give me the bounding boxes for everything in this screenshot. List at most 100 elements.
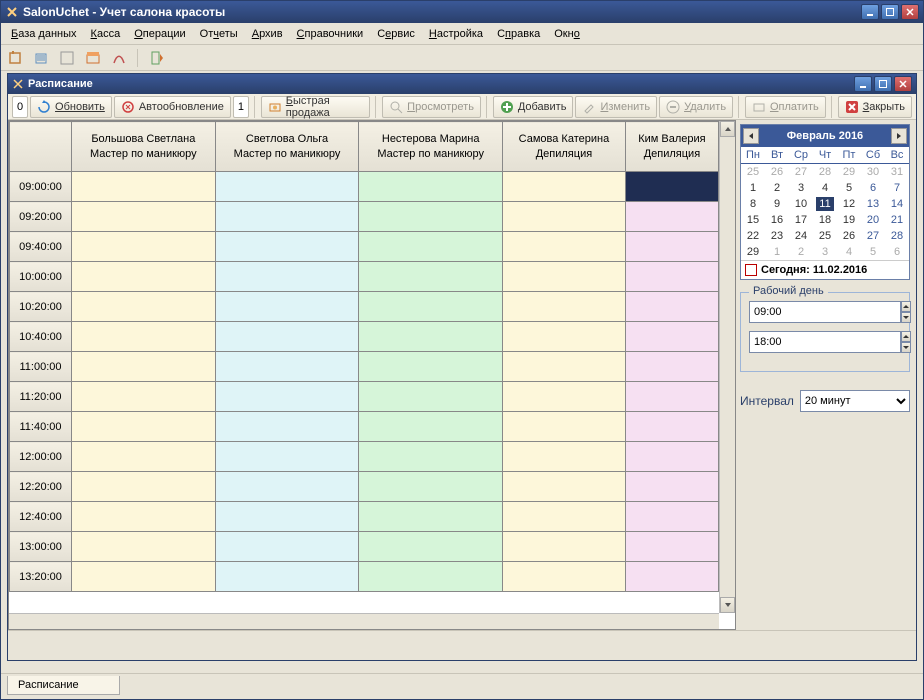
- calendar-day[interactable]: 4: [837, 244, 861, 260]
- schedule-cell[interactable]: [503, 502, 626, 532]
- schedule-cell[interactable]: [625, 202, 718, 232]
- calendar-day[interactable]: 4: [813, 180, 837, 196]
- schedule-cell[interactable]: [359, 262, 503, 292]
- schedule-cell[interactable]: [215, 202, 359, 232]
- schedule-cell[interactable]: [72, 472, 216, 502]
- calendar-day[interactable]: 10: [789, 196, 813, 212]
- calendar-day[interactable]: 18: [813, 212, 837, 228]
- schedule-cell[interactable]: [503, 412, 626, 442]
- scroll-down-icon[interactable]: [720, 597, 735, 613]
- schedule-cell[interactable]: [625, 172, 718, 202]
- child-close-button[interactable]: [894, 76, 912, 92]
- schedule-cell[interactable]: [503, 472, 626, 502]
- calendar-day[interactable]: 5: [861, 244, 885, 260]
- pay-button[interactable]: Оплатить: [745, 96, 826, 118]
- schedule-cell[interactable]: [359, 352, 503, 382]
- schedule-cell[interactable]: [215, 352, 359, 382]
- calendar-day[interactable]: 19: [837, 212, 861, 228]
- calendar-day[interactable]: 28: [813, 164, 837, 181]
- schedule-cell[interactable]: [359, 502, 503, 532]
- menu-item[interactable]: Операции: [128, 26, 191, 42]
- toolbar-icon-6[interactable]: [147, 48, 167, 68]
- schedule-cell[interactable]: [215, 412, 359, 442]
- schedule-cell[interactable]: [359, 232, 503, 262]
- calendar-today[interactable]: Сегодня: 11.02.2016: [741, 260, 909, 279]
- toolbar-icon-4[interactable]: [83, 48, 103, 68]
- edit-button[interactable]: Изменить: [575, 96, 657, 118]
- calendar-day[interactable]: 21: [885, 212, 909, 228]
- workday-end-input[interactable]: [749, 331, 901, 353]
- menu-item[interactable]: Настройка: [423, 26, 489, 42]
- schedule-cell[interactable]: [359, 292, 503, 322]
- child-minimize-button[interactable]: [854, 76, 872, 92]
- calendar-day[interactable]: 25: [741, 164, 765, 181]
- calendar-day[interactable]: 29: [837, 164, 861, 181]
- calendar-day[interactable]: 9: [765, 196, 789, 212]
- schedule-cell[interactable]: [359, 322, 503, 352]
- schedule-cell[interactable]: [625, 292, 718, 322]
- calendar-day[interactable]: 13: [861, 196, 885, 212]
- schedule-cell[interactable]: [72, 202, 216, 232]
- schedule-cell[interactable]: [625, 322, 718, 352]
- menu-item[interactable]: Отчеты: [194, 26, 244, 42]
- schedule-cell[interactable]: [503, 352, 626, 382]
- schedule-cell[interactable]: [215, 172, 359, 202]
- calendar-day[interactable]: 8: [741, 196, 765, 212]
- interval-select[interactable]: 20 минут: [800, 390, 910, 412]
- schedule-cell[interactable]: [503, 232, 626, 262]
- quicksale-button[interactable]: Быстрая продажа: [261, 96, 371, 118]
- calendar-day[interactable]: 7: [885, 180, 909, 196]
- schedule-cell[interactable]: [503, 202, 626, 232]
- schedule-cell[interactable]: [72, 262, 216, 292]
- schedule-cell[interactable]: [72, 232, 216, 262]
- toolbar-icon-5[interactable]: [109, 48, 129, 68]
- close-button[interactable]: [901, 4, 919, 20]
- schedule-cell[interactable]: [72, 412, 216, 442]
- schedule-cell[interactable]: [72, 532, 216, 562]
- window-tab[interactable]: Расписание: [7, 676, 120, 695]
- menu-item[interactable]: Окно: [548, 26, 586, 42]
- schedule-cell[interactable]: [625, 262, 718, 292]
- schedule-cell[interactable]: [215, 232, 359, 262]
- calendar-day[interactable]: 1: [741, 180, 765, 196]
- calendar-prev-button[interactable]: [743, 128, 759, 144]
- calendar-day[interactable]: 27: [861, 228, 885, 244]
- calendar-day[interactable]: 3: [789, 180, 813, 196]
- toolbar-icon-3[interactable]: [57, 48, 77, 68]
- schedule-cell[interactable]: [625, 232, 718, 262]
- delete-button[interactable]: Удалить: [659, 96, 733, 118]
- spin-up-icon[interactable]: [901, 301, 911, 312]
- schedule-cell[interactable]: [625, 472, 718, 502]
- schedule-cell[interactable]: [215, 442, 359, 472]
- calendar-day[interactable]: 2: [765, 180, 789, 196]
- schedule-cell[interactable]: [72, 322, 216, 352]
- schedule-cell[interactable]: [215, 322, 359, 352]
- calendar-day[interactable]: 25: [813, 228, 837, 244]
- calendar-day[interactable]: 17: [789, 212, 813, 228]
- menu-item[interactable]: Справочники: [291, 26, 370, 42]
- horizontal-scrollbar[interactable]: [9, 613, 719, 629]
- calendar-day[interactable]: 15: [741, 212, 765, 228]
- view-button[interactable]: Просмотреть: [382, 96, 481, 118]
- toolbar-icon-2[interactable]: [31, 48, 51, 68]
- menu-item[interactable]: Архив: [246, 26, 289, 42]
- calendar-day[interactable]: 23: [765, 228, 789, 244]
- schedule-cell[interactable]: [72, 562, 216, 592]
- spin-down-icon[interactable]: [901, 342, 911, 353]
- schedule-cell[interactable]: [503, 322, 626, 352]
- calendar-day[interactable]: 16: [765, 212, 789, 228]
- schedule-cell[interactable]: [503, 562, 626, 592]
- schedule-cell[interactable]: [625, 382, 718, 412]
- close-schedule-button[interactable]: Закрыть: [838, 96, 912, 118]
- schedule-cell[interactable]: [359, 412, 503, 442]
- minimize-button[interactable]: [861, 4, 879, 20]
- calendar-day[interactable]: 12: [837, 196, 861, 212]
- menu-item[interactable]: Касса: [85, 26, 127, 42]
- schedule-cell[interactable]: [215, 262, 359, 292]
- menu-item[interactable]: Справка: [491, 26, 546, 42]
- spin-down-icon[interactable]: [901, 312, 911, 323]
- add-button[interactable]: Добавить: [493, 96, 574, 118]
- schedule-cell[interactable]: [503, 382, 626, 412]
- calendar-day[interactable]: 28: [885, 228, 909, 244]
- refresh-button[interactable]: Обновить: [30, 96, 112, 118]
